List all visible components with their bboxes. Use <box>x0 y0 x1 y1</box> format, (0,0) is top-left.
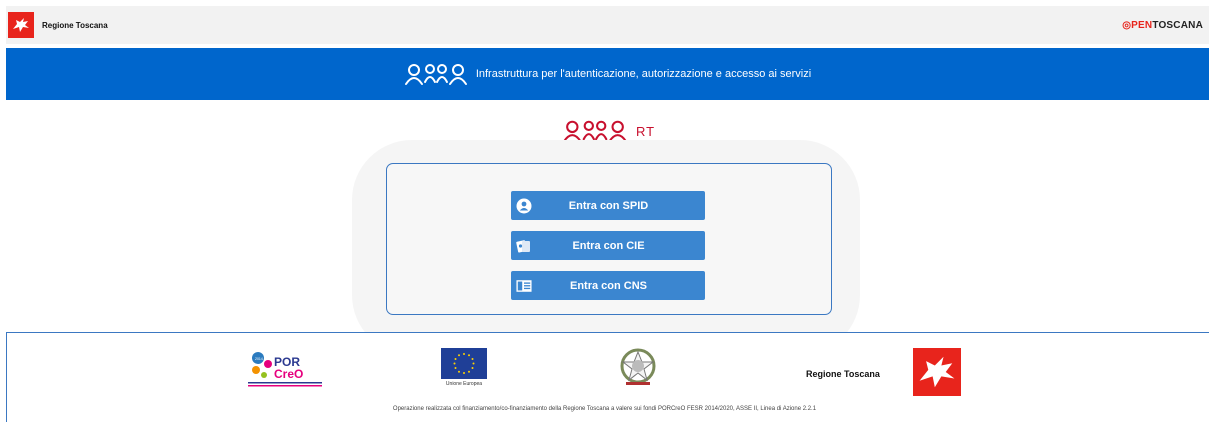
por-creo-logo: 2014 2020 POR CreO <box>246 348 326 390</box>
arpa-rt-label: RT <box>636 123 656 139</box>
arpa-logo-icon <box>404 64 467 85</box>
funding-note: Operazione realizzata col finanziamento/… <box>392 406 817 412</box>
por-years: 2014 2020 <box>255 357 272 361</box>
creo-title: CreO <box>274 367 303 381</box>
eu-flag-icon <box>441 348 487 379</box>
cie-card-icon <box>516 238 532 254</box>
brand-label: Regione Toscana <box>42 20 108 30</box>
footer-pegasus-logo-icon <box>913 348 961 396</box>
footer-region-label: Regione Toscana <box>806 369 880 379</box>
cie-button-label: Entra con CIE <box>572 239 645 252</box>
regione-toscana-brand[interactable]: Regione Toscana <box>6 12 108 38</box>
spid-user-icon <box>516 198 532 214</box>
opentoscana-prefix: ◎PEN <box>1122 19 1153 31</box>
spid-button-label: Entra con SPID <box>568 199 649 212</box>
banner-title: Infrastruttura per l'autenticazione, aut… <box>475 68 812 80</box>
top-bar: Regione Toscana ◎PENTOSCANA <box>6 6 1209 44</box>
eu-label: Unione Europea <box>445 381 483 387</box>
italian-republic-emblem-icon <box>618 346 658 388</box>
cns-card-icon <box>516 278 532 294</box>
cie-login-button[interactable]: Entra con CIE <box>511 231 705 260</box>
spid-login-button[interactable]: Entra con SPID <box>511 191 705 220</box>
cns-button-label: Entra con CNS <box>569 279 647 292</box>
opentoscana-suffix: TOSCANA <box>1152 19 1203 31</box>
service-banner: Infrastruttura per l'autenticazione, aut… <box>6 48 1209 100</box>
opentoscana-logo[interactable]: ◎PENTOSCANA <box>1122 20 1203 31</box>
cns-login-button[interactable]: Entra con CNS <box>511 271 705 300</box>
pegasus-logo-icon <box>8 12 34 38</box>
